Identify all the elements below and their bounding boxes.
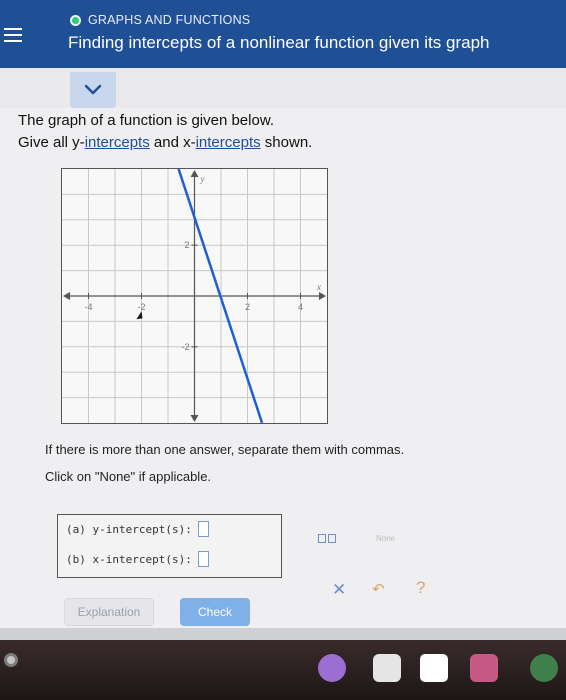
instructions-line-1: If there is more than one answer, separa… xyxy=(45,442,405,457)
x-axis-label: x xyxy=(316,282,321,292)
prompt-text: shown. xyxy=(260,134,313,151)
question-prompt: The graph of a function is given below. … xyxy=(18,110,312,154)
x-tick-label: 2 xyxy=(245,302,250,312)
app-icon[interactable] xyxy=(373,654,401,682)
y-tick-label: -2 xyxy=(181,342,189,352)
mouse-cursor-icon xyxy=(136,311,143,320)
answer-row-b: (b) x-intercept(s): xyxy=(66,551,209,567)
gmail-icon[interactable] xyxy=(420,654,448,682)
chevron-down-icon xyxy=(84,84,102,95)
prompt-text: Give all y- xyxy=(18,134,85,151)
x-icon[interactable]: ✕ xyxy=(332,580,346,600)
answer-box: (a) y-intercept(s): (b) x-intercept(s): xyxy=(57,514,282,578)
graph-svg: -4 -2 2 4 2 -2 x y xyxy=(62,168,327,424)
topic-status-icon xyxy=(70,15,81,26)
check-button[interactable]: Check xyxy=(180,598,250,626)
app-icon[interactable] xyxy=(470,654,498,682)
answer-row-a: (a) y-intercept(s): xyxy=(66,521,209,537)
y-tick-label: 2 xyxy=(184,240,189,250)
intercepts-link-2[interactable]: intercepts xyxy=(196,134,261,151)
none-button[interactable]: None xyxy=(376,534,395,543)
x-tick-label: 4 xyxy=(298,302,303,312)
prompt-text: and x- xyxy=(149,134,196,151)
x-intercept-label: (b) x-intercept(s): xyxy=(66,552,192,566)
intercepts-link-1[interactable]: intercepts xyxy=(85,134,150,151)
topic-label: GRAPHS AND FUNCTIONS xyxy=(88,13,251,27)
app-icon[interactable] xyxy=(318,654,346,682)
page-title: Finding intercepts of a nonlinear functi… xyxy=(68,33,490,52)
x-tick-label: -2 xyxy=(137,302,145,312)
explanation-button[interactable]: Explanation xyxy=(64,598,154,626)
menu-icon[interactable] xyxy=(4,28,22,46)
x-tick-label: -4 xyxy=(84,302,92,312)
undo-icon[interactable]: ↶ xyxy=(372,580,385,598)
instructions: If there is more than one answer, separa… xyxy=(45,436,404,490)
x-axis-right-arrow xyxy=(319,292,326,300)
launcher-icon[interactable] xyxy=(4,653,18,667)
y-axis-top-arrow xyxy=(190,170,199,177)
app-icon[interactable] xyxy=(530,654,558,682)
x-axis-left-arrow xyxy=(63,292,70,300)
y-intercept-label: (a) y-intercept(s): xyxy=(66,522,192,536)
y-axis-label: y xyxy=(200,174,205,184)
prompt-line-2: Give all y-intercepts and x-intercepts s… xyxy=(18,132,312,154)
x-intercept-input[interactable] xyxy=(197,551,209,567)
footer-strip xyxy=(0,628,566,640)
help-icon[interactable]: ? xyxy=(416,578,425,598)
prompt-line-1: The graph of a function is given below. xyxy=(18,112,274,129)
multiple-answer-icon[interactable] xyxy=(318,534,336,543)
expand-tab[interactable] xyxy=(70,72,116,108)
instructions-line-2: Click on "None" if applicable. xyxy=(45,469,212,484)
y-intercept-input[interactable] xyxy=(197,521,209,537)
y-axis-bottom-arrow xyxy=(190,415,199,422)
answer-tools: None ✕ ↶ ? xyxy=(306,514,426,600)
function-graph: -4 -2 2 4 2 -2 x y xyxy=(61,168,328,424)
